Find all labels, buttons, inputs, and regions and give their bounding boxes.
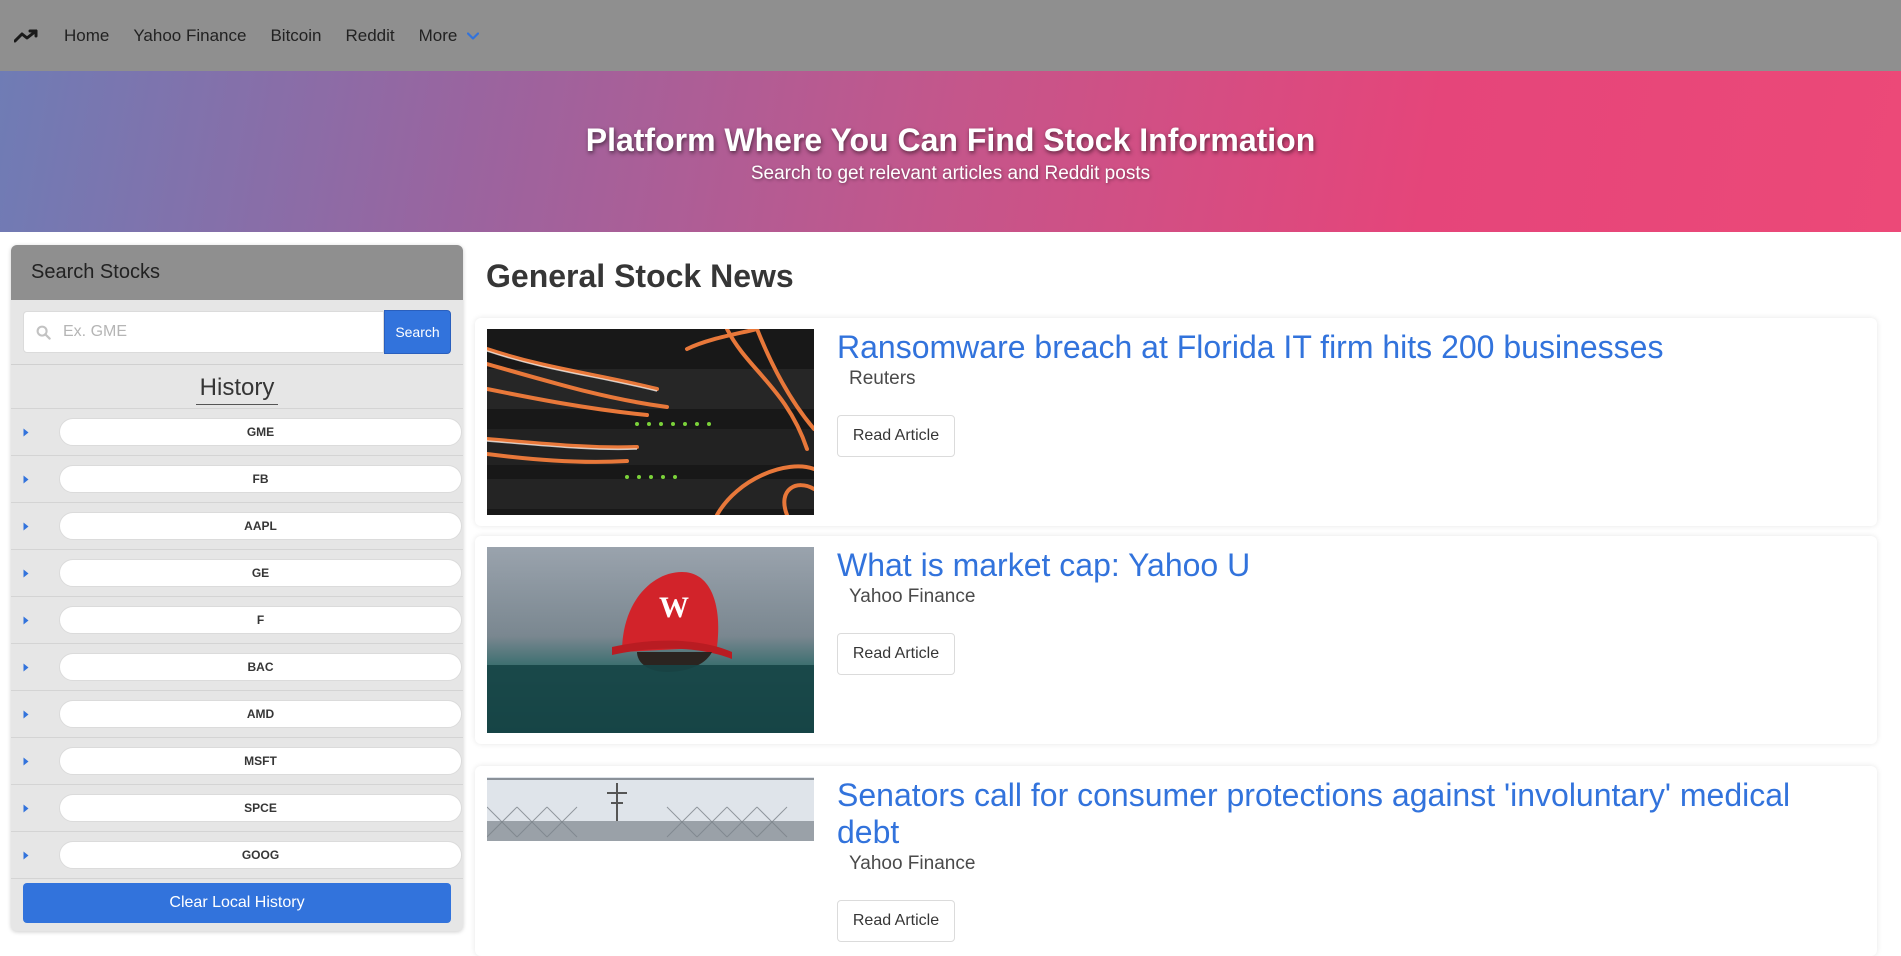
history-list: GME FB AAPL GE F BAC AMD MSFT SPCE GOOG (11, 408, 463, 879)
history-item: BAC (11, 644, 463, 691)
history-ticker-button[interactable]: AMD (59, 700, 462, 728)
nav-more-dropdown[interactable]: More (407, 0, 492, 71)
nav-more-label: More (418, 25, 458, 45)
hero-banner: Platform Where You Can Find Stock Inform… (0, 71, 1901, 232)
news-card: W What is market cap: Yahoo U Yahoo Fina… (475, 536, 1877, 744)
news-section-title: General Stock News (486, 258, 794, 294)
history-item: GME (11, 409, 463, 456)
history-ticker-button[interactable]: MSFT (59, 747, 462, 775)
nav-home[interactable]: Home (52, 0, 121, 71)
search-form: Search (11, 300, 463, 365)
svg-text:W: W (659, 591, 689, 624)
history-ticker-button[interactable]: GME (59, 418, 462, 446)
article-source: Yahoo Finance (849, 853, 976, 874)
history-item: AAPL (11, 503, 463, 550)
chevron-down-icon (467, 31, 480, 40)
history-ticker-button[interactable]: FB (59, 465, 462, 493)
article-headline-link[interactable]: Ransomware breach at Florida IT firm hit… (837, 329, 1847, 366)
history-item: GOOG (11, 832, 463, 879)
stock-search-input[interactable] (63, 323, 363, 341)
top-navbar: Home Yahoo Finance Bitcoin Reddit More (0, 0, 1901, 71)
article-thumbnail[interactable] (487, 777, 814, 841)
hero-subtitle: Search to get relevant articles and Redd… (750, 163, 1151, 184)
panel-title: Search Stocks (11, 245, 463, 300)
history-item: FB (11, 456, 463, 503)
history-heading: History (195, 374, 279, 405)
caret-right-icon[interactable] (23, 522, 47, 531)
history-ticker-button[interactable]: AAPL (59, 512, 462, 540)
news-card: Senators call for consumer protections a… (475, 766, 1877, 956)
caret-right-icon[interactable] (23, 710, 47, 719)
history-ticker-button[interactable]: SPCE (59, 794, 462, 822)
caret-right-icon[interactable] (23, 616, 47, 625)
trending-up-icon (14, 29, 38, 42)
nav-bitcoin[interactable]: Bitcoin (258, 0, 333, 71)
caret-right-icon[interactable] (23, 804, 47, 813)
article-source: Yahoo Finance (849, 586, 976, 607)
history-item: GE (11, 550, 463, 597)
search-field-wrapper (23, 311, 384, 353)
history-ticker-button[interactable]: GOOG (59, 841, 462, 869)
history-item: MSFT (11, 738, 463, 785)
article-headline-link[interactable]: Senators call for consumer protections a… (837, 777, 1847, 851)
nav-yahoo-finance[interactable]: Yahoo Finance (121, 0, 258, 71)
search-icon (36, 325, 51, 340)
hero-title: Platform Where You Can Find Stock Inform… (585, 122, 1316, 158)
news-card: Ransomware breach at Florida IT firm hit… (475, 318, 1877, 526)
caret-right-icon[interactable] (23, 663, 47, 672)
search-button[interactable]: Search (384, 310, 451, 354)
nav-reddit[interactable]: Reddit (334, 0, 407, 71)
history-ticker-button[interactable]: BAC (59, 653, 462, 681)
caret-right-icon[interactable] (23, 475, 47, 484)
article-thumbnail[interactable]: W (487, 547, 814, 733)
caret-right-icon[interactable] (23, 569, 47, 578)
history-ticker-button[interactable]: GE (59, 559, 462, 587)
caret-right-icon[interactable] (23, 851, 47, 860)
history-heading-wrap: History (11, 365, 463, 405)
brand-logo[interactable] (0, 0, 52, 71)
caret-right-icon[interactable] (23, 428, 47, 437)
history-item: F (11, 597, 463, 644)
history-ticker-button[interactable]: F (59, 606, 462, 634)
history-item: SPCE (11, 785, 463, 832)
article-source: Reuters (849, 368, 916, 389)
search-stocks-panel: Search Stocks Search History GME FB AAPL (11, 245, 463, 931)
caret-right-icon[interactable] (23, 757, 47, 766)
history-item: AMD (11, 691, 463, 738)
article-thumbnail[interactable] (487, 329, 814, 515)
clear-history-button[interactable]: Clear Local History (23, 883, 451, 923)
read-article-button[interactable]: Read Article (837, 900, 955, 942)
article-headline-link[interactable]: What is market cap: Yahoo U (837, 547, 1847, 584)
read-article-button[interactable]: Read Article (837, 415, 955, 457)
read-article-button[interactable]: Read Article (837, 633, 955, 675)
